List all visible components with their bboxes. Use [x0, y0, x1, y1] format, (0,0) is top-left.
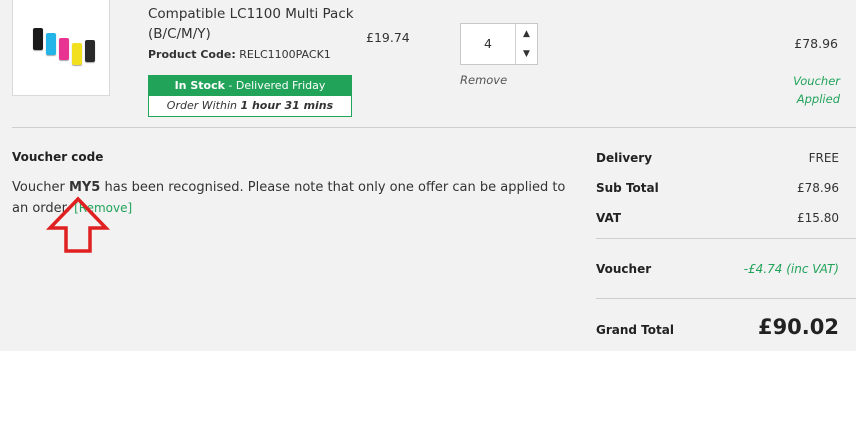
product-image[interactable]	[12, 0, 110, 96]
quantity-stepper[interactable]: 4 ▲ ▼	[460, 23, 538, 65]
voucher-total-value: -£4.74 (inc VAT)	[743, 262, 839, 276]
divider	[12, 127, 856, 128]
subtotal-value: £78.96	[797, 181, 839, 195]
vat-label: VAT	[596, 211, 622, 225]
basket-panel: Compatible LC1100 Multi Pack (B/C/M/Y) P…	[0, 0, 856, 351]
stock-status-label: In Stock	[174, 79, 225, 92]
order-within: Order Within 1 hour 31 mins	[149, 96, 351, 116]
cartridge-black	[33, 28, 43, 50]
stock-status: In Stock - Delivered Friday	[149, 76, 351, 96]
cartridge-cyan	[46, 33, 56, 55]
red-up-arrow-icon	[46, 196, 110, 253]
product-code-label: Product Code:	[148, 48, 236, 61]
voucher-msg-prefix: Voucher	[12, 180, 65, 195]
triangle-up-icon[interactable]: ▲	[516, 24, 537, 44]
cartridge-black-2	[85, 40, 95, 62]
delivery-value: FREE	[808, 151, 839, 165]
order-within-time: 1 hour 31 mins	[240, 99, 334, 112]
remove-item-link[interactable]: Remove	[460, 73, 507, 87]
voucher-total-label: Voucher	[596, 262, 652, 276]
voucher-heading: Voucher code	[12, 150, 104, 164]
product-code-value: RELC1100PACK1	[239, 48, 331, 61]
delivery-label: Delivery	[596, 151, 653, 165]
vat-value: £15.80	[797, 211, 839, 225]
grand-total-value: £90.02	[757, 315, 839, 339]
cartridge-yellow	[72, 43, 82, 65]
unit-price: £19.74	[366, 30, 410, 45]
voucher-applied-label: Voucher Applied	[793, 74, 840, 106]
triangle-down-icon[interactable]: ▼	[516, 44, 537, 64]
stock-box: In Stock - Delivered Friday Order Within…	[148, 75, 352, 117]
quantity-input[interactable]: 4	[461, 24, 516, 64]
totals-divider-2	[596, 298, 856, 299]
totals-divider	[596, 238, 856, 239]
product-name[interactable]: Compatible LC1100 Multi Pack (B/C/M/Y)	[148, 4, 358, 44]
voucher-code: MY5	[68, 180, 101, 195]
cartridge-magenta	[59, 38, 69, 60]
grand-total-label: Grand Total	[596, 323, 674, 337]
product-code: Product Code: RELC1100PACK1	[148, 48, 331, 61]
grand-total-row: Grand Total £90.02	[596, 315, 839, 345]
line-total: £78.96	[794, 36, 838, 51]
delivery-day: - Delivered Friday	[228, 79, 326, 92]
order-within-label: Order Within	[166, 99, 237, 112]
subtotal-label: Sub Total	[596, 181, 659, 195]
